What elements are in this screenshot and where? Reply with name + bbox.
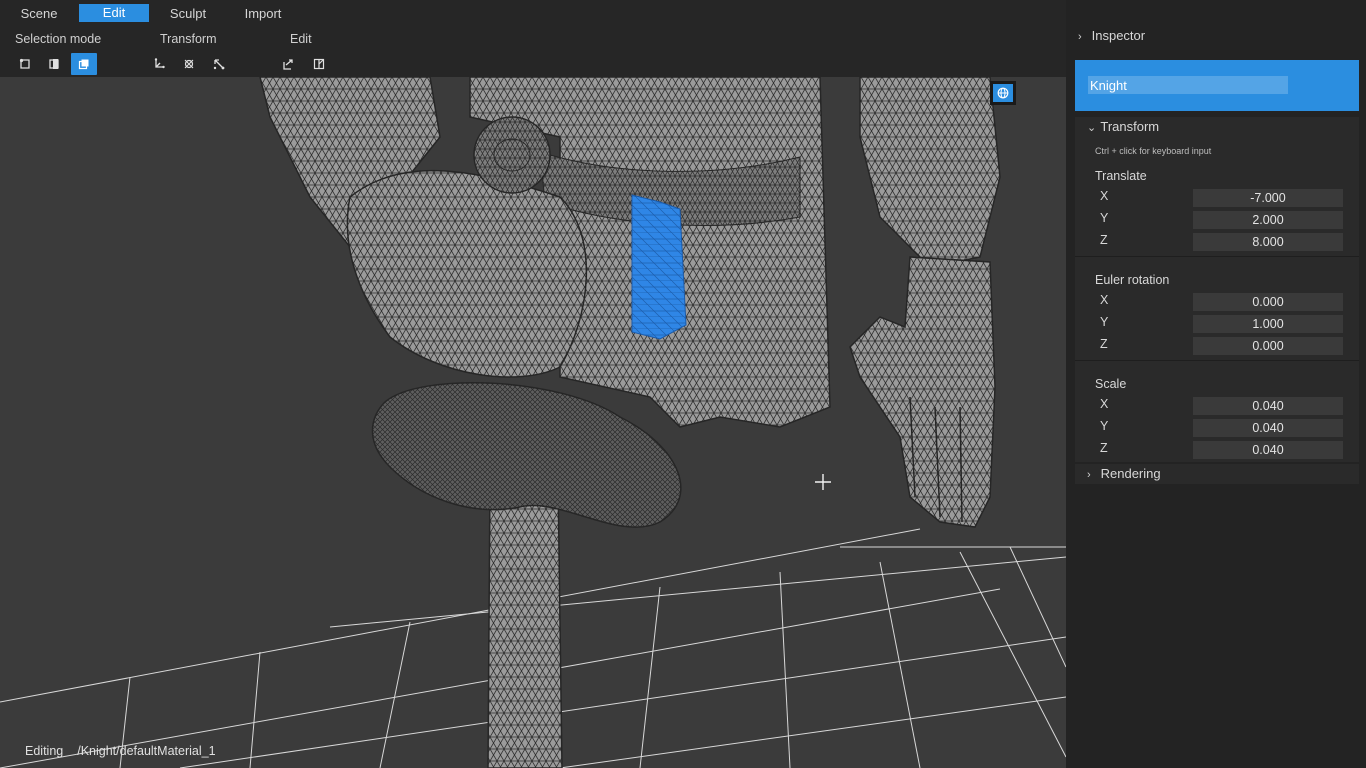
- vertex-select-button[interactable]: [13, 53, 37, 75]
- vertex-select-icon: [19, 58, 30, 69]
- scale-z-label: Z: [1100, 441, 1108, 455]
- status-path: /Knight/defaultMaterial_1: [77, 744, 216, 758]
- status-mode: Editing: [25, 744, 64, 758]
- transform-section-header[interactable]: ⌄ Transform: [1087, 119, 1159, 134]
- selected-faces: [631, 194, 687, 340]
- inspector-panel: › Inspector ⌄ Transform Ctrl + click for…: [1066, 0, 1366, 768]
- scale-z-field[interactable]: [1193, 441, 1343, 459]
- menu-scene[interactable]: Scene: [8, 5, 70, 23]
- scale-icon: [213, 59, 225, 70]
- crosshair-icon: [815, 474, 831, 490]
- left-hand: [346, 169, 587, 378]
- rendering-section-header[interactable]: › Rendering: [1087, 466, 1161, 481]
- rotation-z-label: Z: [1100, 337, 1108, 351]
- object-name-box: [1075, 60, 1359, 111]
- divider: [1075, 360, 1359, 361]
- rendering-section[interactable]: › Rendering: [1075, 464, 1359, 484]
- rotation-x-field[interactable]: [1193, 293, 1343, 311]
- scale-y-field[interactable]: [1193, 419, 1343, 437]
- scale-y-label: Y: [1100, 419, 1109, 433]
- view-gizmo-button[interactable]: [990, 81, 1016, 105]
- inset-icon: [313, 58, 325, 70]
- chevron-right-icon: ›: [1078, 31, 1082, 43]
- menu-edit[interactable]: Edit: [79, 4, 149, 22]
- rotation-title: Euler rotation: [1095, 273, 1170, 287]
- edge-select-button[interactable]: [42, 53, 66, 75]
- 3d-viewport[interactable]: Editing /Knight/defaultMaterial_1: [0, 77, 1066, 768]
- toolbar: Selection mode Transform Edit: [0, 27, 1066, 77]
- inspector-title: Inspector: [1091, 28, 1146, 43]
- staff-head: [371, 381, 682, 528]
- scale-x-field[interactable]: [1193, 397, 1343, 415]
- scale-x-label: X: [1100, 397, 1109, 411]
- rotation-x-label: X: [1100, 293, 1109, 307]
- menu-bar: Scene Edit Sculpt Import: [0, 0, 1066, 27]
- divider: [1075, 256, 1359, 257]
- inset-button[interactable]: [307, 53, 331, 75]
- translate-title: Translate: [1095, 169, 1147, 183]
- translate-button[interactable]: [147, 53, 171, 75]
- transform-label: Transform: [160, 32, 217, 46]
- staff-top-knob: [473, 116, 551, 194]
- translate-x-label: X: [1100, 189, 1109, 203]
- scale-button[interactable]: [207, 53, 231, 75]
- scale-title: Scale: [1095, 377, 1127, 391]
- translate-z-field[interactable]: [1193, 233, 1343, 251]
- transform-title: Transform: [1100, 119, 1160, 134]
- face-select-button[interactable]: [71, 53, 97, 75]
- face-select-icon: [78, 59, 89, 70]
- chevron-down-icon: ⌄: [1087, 122, 1097, 134]
- edge-select-icon: [49, 59, 59, 69]
- keyboard-input-hint: Ctrl + click for keyboard input: [1095, 146, 1212, 156]
- transform-section: ⌄ Transform Ctrl + click for keyboard in…: [1075, 117, 1359, 462]
- right-arm: [859, 77, 1001, 268]
- edit-label: Edit: [290, 32, 312, 46]
- object-name-input[interactable]: [1088, 76, 1288, 94]
- translate-icon: [154, 58, 165, 69]
- scene-render[interactable]: [0, 77, 1066, 768]
- translate-y-label: Y: [1100, 211, 1109, 225]
- translate-z-label: Z: [1100, 233, 1108, 247]
- chevron-right-icon: ›: [1087, 469, 1091, 481]
- rotation-y-label: Y: [1100, 315, 1109, 329]
- rotate-icon: [184, 59, 194, 69]
- rotate-button[interactable]: [177, 53, 201, 75]
- inspector-header[interactable]: › Inspector: [1078, 28, 1145, 43]
- translate-x-field[interactable]: [1193, 189, 1343, 207]
- right-hand: [849, 256, 996, 528]
- menu-sculpt[interactable]: Sculpt: [158, 5, 218, 23]
- rendering-title: Rendering: [1100, 466, 1161, 481]
- rotation-y-field[interactable]: [1193, 315, 1343, 333]
- globe-icon: [997, 87, 1009, 99]
- translate-y-field[interactable]: [1193, 211, 1343, 229]
- extrude-icon: [283, 59, 293, 70]
- selection-mode-label: Selection mode: [15, 32, 102, 46]
- staff-shaft: [487, 476, 563, 768]
- rotation-z-field[interactable]: [1193, 337, 1343, 355]
- extrude-button[interactable]: [276, 53, 300, 75]
- menu-import[interactable]: Import: [233, 5, 293, 23]
- status-bar: Editing /Knight/defaultMaterial_1: [25, 744, 216, 758]
